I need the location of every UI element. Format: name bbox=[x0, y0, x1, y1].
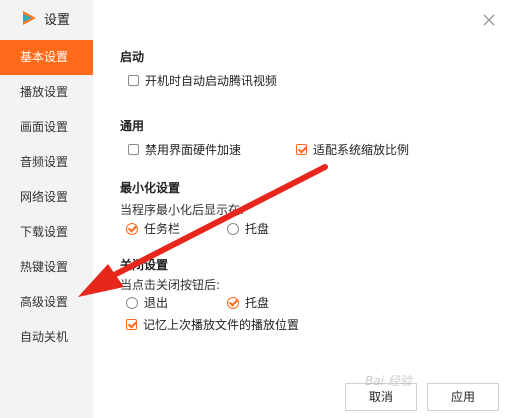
sidebar-item-auto-shutdown[interactable]: 自动关机 bbox=[0, 320, 93, 355]
sidebar-item-basic[interactable]: 基本设置 bbox=[0, 40, 93, 75]
minimize-hint: 当程序最小化后显示在: bbox=[120, 203, 245, 217]
close-exit-label: 退出 bbox=[144, 296, 169, 310]
sidebar-item-download[interactable]: 下载设置 bbox=[0, 215, 93, 250]
sidebar-item-audio[interactable]: 音频设置 bbox=[0, 145, 93, 180]
close-exit-option[interactable]: 退出 bbox=[126, 294, 168, 311]
hw-accel-option[interactable]: 禁用界面硬件加速 bbox=[128, 141, 241, 158]
app-title: 设置 bbox=[20, 8, 70, 28]
close-tray-label: 托盘 bbox=[245, 296, 270, 310]
minimize-taskbar-label: 任务栏 bbox=[144, 222, 181, 236]
minimize-tray-label: 托盘 bbox=[245, 222, 270, 236]
sidebar-item-advanced[interactable]: 高级设置 bbox=[0, 285, 93, 320]
hw-accel-label: 禁用界面硬件加速 bbox=[145, 143, 242, 157]
sidebar-item-hotkey[interactable]: 热键设置 bbox=[0, 250, 93, 285]
apply-button[interactable]: 应用 bbox=[427, 383, 499, 411]
watermark: Bai 经验 bbox=[365, 374, 412, 388]
system-scale-option[interactable]: 适配系统缩放比例 bbox=[296, 141, 409, 158]
system-scale-checkbox[interactable] bbox=[296, 144, 307, 155]
close-hint: 当点击关闭按钮后: bbox=[120, 278, 221, 292]
close-tray-option[interactable]: 托盘 bbox=[227, 294, 269, 311]
minimize-tray-option[interactable]: 托盘 bbox=[227, 220, 269, 237]
window-title: 设置 bbox=[44, 12, 71, 28]
settings-content: 启动 开机时自动启动腾讯视频 通用 禁用界面硬件加速 适配系统缩放比例 最小化设… bbox=[120, 0, 511, 418]
close-tray-radio[interactable] bbox=[227, 296, 239, 309]
minimize-taskbar-option[interactable]: 任务栏 bbox=[126, 220, 180, 237]
sidebar-item-network[interactable]: 网络设置 bbox=[0, 180, 93, 215]
auto-start-option[interactable]: 开机时自动启动腾讯视频 bbox=[128, 72, 277, 89]
auto-start-checkbox[interactable] bbox=[128, 75, 139, 86]
minimize-taskbar-radio[interactable] bbox=[126, 222, 138, 235]
sidebar: 设置 基本设置 播放设置 画面设置 音频设置 网络设置 下载设置 热键设置 高级… bbox=[0, 0, 93, 418]
auto-start-label: 开机时自动启动腾讯视频 bbox=[145, 74, 278, 88]
close-exit-radio[interactable] bbox=[126, 296, 138, 309]
sidebar-item-playback[interactable]: 播放设置 bbox=[0, 75, 93, 110]
system-scale-label: 适配系统缩放比例 bbox=[313, 143, 410, 157]
remember-position-checkbox[interactable] bbox=[126, 319, 137, 330]
section-title-close: 关闭设置 bbox=[120, 258, 169, 272]
section-title-general: 通用 bbox=[120, 119, 145, 133]
settings-window: 设置 基本设置 播放设置 画面设置 音频设置 网络设置 下载设置 热键设置 高级… bbox=[0, 0, 511, 418]
section-title-minimize: 最小化设置 bbox=[120, 181, 181, 195]
sidebar-nav: 基本设置 播放设置 画面设置 音频设置 网络设置 下载设置 热键设置 高级设置 … bbox=[0, 40, 93, 355]
tencent-video-logo-icon bbox=[23, 11, 36, 25]
remember-position-option[interactable]: 记忆上次播放文件的播放位置 bbox=[126, 316, 299, 333]
remember-position-label: 记忆上次播放文件的播放位置 bbox=[143, 318, 300, 332]
section-title-startup: 启动 bbox=[120, 50, 145, 64]
hw-accel-checkbox[interactable] bbox=[128, 144, 139, 155]
sidebar-item-video[interactable]: 画面设置 bbox=[0, 110, 93, 145]
minimize-tray-radio[interactable] bbox=[227, 222, 239, 235]
